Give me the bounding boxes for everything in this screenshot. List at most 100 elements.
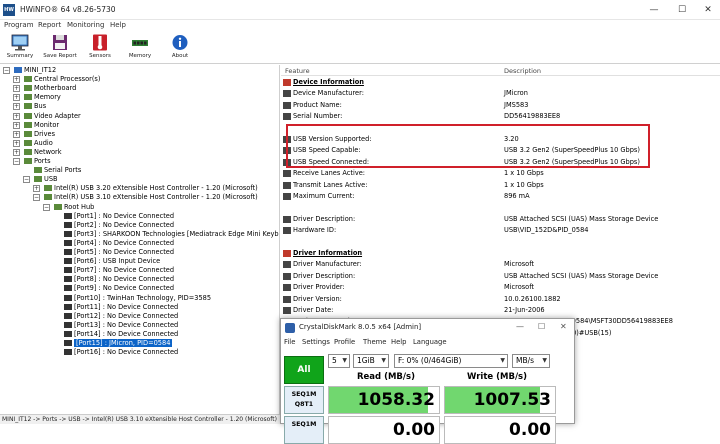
tree-expander-icon[interactable]: +: [13, 76, 20, 84]
tree-expander-icon[interactable]: −: [23, 176, 30, 184]
tree-expander-icon[interactable]: +: [13, 103, 20, 111]
tree-expander-icon[interactable]: −: [43, 203, 50, 211]
cdm-test-seq1m-q1t1-button[interactable]: SEQ1M: [284, 416, 324, 444]
close-button[interactable]: ✕: [694, 2, 720, 18]
tree-item-port[interactable]: [Port3] : SHARKOON Technologies [Mediatr…: [64, 230, 279, 239]
detail-row[interactable]: Device Manufacturer: JMicron: [281, 88, 720, 99]
usb-port-icon: [64, 303, 72, 310]
cdm-count-select[interactable]: 5 ▼: [328, 354, 350, 368]
detail-row[interactable]: Driver Manufacturer: Microsoft: [281, 259, 720, 270]
tree-item-port[interactable]: [Port9] : No Device Connected: [64, 284, 174, 293]
tree-item[interactable]: Serial Ports: [34, 166, 81, 175]
tree-item-port[interactable]: [Port6] : USB Input Device: [64, 257, 160, 266]
info-icon: [172, 35, 188, 50]
tree-item[interactable]: + Motherboard: [13, 84, 76, 93]
tree-expander-icon[interactable]: +: [13, 121, 20, 129]
cdm-drive-value: F: 0% (0/464GiB): [398, 356, 462, 365]
tree-item-port[interactable]: [Port10] : TwinHan Technology, PID=3585: [64, 294, 211, 303]
cdm-size-select[interactable]: 1GiB ▼: [353, 354, 389, 368]
tree-item[interactable]: + Drives: [13, 129, 56, 139]
minimize-button[interactable]: —: [640, 2, 668, 18]
detail-feature: Driver Description:: [293, 271, 356, 280]
tree-expander-icon[interactable]: +: [13, 85, 20, 93]
tree-expander-icon[interactable]: +: [13, 94, 20, 102]
tree-item-port[interactable]: [Port5] : No Device Connected: [64, 248, 174, 257]
tree-item[interactable]: − Root Hub: [43, 203, 94, 212]
maximize-button[interactable]: ☐: [668, 2, 696, 18]
feature-column-header[interactable]: Feature: [285, 67, 310, 75]
detail-row[interactable]: Receive Lanes Active: 1 x 10 Gbps: [281, 168, 720, 179]
cdm-close-button[interactable]: ✕: [560, 322, 567, 331]
cdm-maximize-button[interactable]: ☐: [538, 322, 545, 331]
cdm-test-seq1m-q8t1-button[interactable]: SEQ1M Q8T1: [284, 386, 324, 414]
tree-item-port[interactable]: [Port11] : No Device Connected: [64, 303, 178, 312]
menu-report[interactable]: Report: [38, 21, 61, 29]
tree-item[interactable]: + Network: [13, 148, 62, 157]
tree-item[interactable]: − Ports: [13, 157, 51, 166]
detail-section-header[interactable]: Driver Information: [281, 248, 720, 259]
tree-expander-icon[interactable]: +: [13, 112, 20, 120]
detail-row[interactable]: Hardware ID: USB\VID_152D&PID_0584: [281, 225, 720, 236]
sensors-button[interactable]: Sensors: [80, 34, 120, 63]
memory-button[interactable]: Memory: [120, 34, 160, 63]
tree-item[interactable]: + Memory: [13, 93, 61, 102]
detail-row[interactable]: Product Name: JMS583: [281, 100, 720, 111]
tree-expander-icon[interactable]: +: [13, 130, 20, 138]
tree-item-port[interactable]: [Port7] : No Device Connected: [64, 266, 174, 275]
save-report-button[interactable]: Save Report: [40, 34, 80, 63]
cdm-menu-theme[interactable]: Theme: [363, 338, 386, 346]
tree-item-port[interactable]: [Port13] : No Device Connected: [64, 321, 178, 330]
detail-row[interactable]: Driver Provider: Microsoft: [281, 282, 720, 293]
tree-expander-icon[interactable]: +: [13, 139, 20, 147]
detail-row[interactable]: Transmit Lanes Active: 1 x 10 Gbps: [281, 180, 720, 191]
menu-program[interactable]: Program: [4, 21, 34, 29]
tree-item-port[interactable]: [Port8] : No Device Connected: [64, 275, 174, 284]
tree-item[interactable]: + Intel(R) USB 3.20 eXtensible Host Contr…: [33, 184, 258, 193]
description-column-header[interactable]: Description: [504, 67, 541, 75]
detail-section-header[interactable]: Device Information: [281, 77, 720, 88]
tree-item-port[interactable]: [Port15] : JMicron, PID=0584: [64, 339, 173, 348]
tree-item[interactable]: + Central Processor(s): [13, 75, 100, 84]
tree-item[interactable]: + Bus: [13, 102, 46, 111]
tree-item[interactable]: + Video Adapter: [13, 112, 81, 121]
cdm-menu-settings[interactable]: Settings: [302, 338, 330, 346]
detail-row[interactable]: Driver Date: 21-Jun-2006: [281, 305, 720, 316]
summary-button[interactable]: Summary: [0, 34, 40, 63]
cdm-menu-help[interactable]: Help: [391, 338, 407, 346]
tree-expander-icon[interactable]: −: [13, 158, 20, 165]
tree-item-port[interactable]: [Port2] : No Device Connected: [64, 221, 174, 230]
tree-item-port[interactable]: [Port14] : No Device Connected: [64, 330, 178, 339]
cdm-all-button[interactable]: All: [284, 356, 324, 384]
cdm-menu-profile[interactable]: Profile: [334, 338, 355, 346]
tree-expander-icon[interactable]: −: [33, 194, 40, 202]
tree-item[interactable]: − Intel(R) USB 3.10 eXtensible Host Contr…: [33, 193, 258, 202]
about-button[interactable]: About: [160, 34, 200, 63]
tree-item-label: [Port12] : No Device Connected: [74, 311, 179, 320]
tree-item[interactable]: − USB: [23, 175, 58, 184]
tree-item[interactable]: − MINI_IT12: [3, 66, 56, 75]
menu-monitoring[interactable]: Monitoring: [67, 21, 104, 29]
menu-help[interactable]: Help: [110, 21, 126, 29]
tree-item-label: Drives: [34, 129, 56, 138]
tree-item[interactable]: + Monitor: [13, 121, 59, 130]
detail-row[interactable]: Driver Version: 10.0.26100.1882: [281, 294, 720, 305]
detail-row[interactable]: [281, 202, 720, 213]
tree-item-port[interactable]: [Port12] : No Device Connected: [64, 312, 178, 321]
cdm-menu-language[interactable]: Language: [413, 338, 447, 346]
tree-item-port[interactable]: [Port4] : No Device Connected: [64, 239, 174, 248]
cdm-drive-select[interactable]: F: 0% (0/464GiB) ▼: [394, 354, 508, 368]
detail-row[interactable]: [281, 237, 720, 248]
tree-expander-icon[interactable]: +: [33, 185, 40, 193]
tree-expander-icon[interactable]: +: [13, 148, 20, 156]
detail-row[interactable]: Maximum Current: 896 mA: [281, 191, 720, 202]
cdm-menu-file[interactable]: File: [284, 338, 295, 346]
tree-item-port[interactable]: [Port16] : No Device Connected: [64, 348, 178, 357]
detail-row[interactable]: Driver Description: USB Attached SCSI (UA…: [281, 214, 720, 225]
tree-item[interactable]: + Audio: [13, 139, 53, 148]
tree-expander-icon[interactable]: −: [3, 67, 10, 74]
detail-row[interactable]: Driver Description: USB Attached SCSI (UA…: [281, 271, 720, 282]
cdm-unit-select[interactable]: MB/s ▼: [512, 354, 550, 368]
cdm-minimize-button[interactable]: —: [516, 322, 524, 331]
tree-item-port[interactable]: [Port1] : No Device Connected: [64, 212, 174, 221]
detail-row[interactable]: Serial Number: DD56419883EE8: [281, 111, 720, 122]
